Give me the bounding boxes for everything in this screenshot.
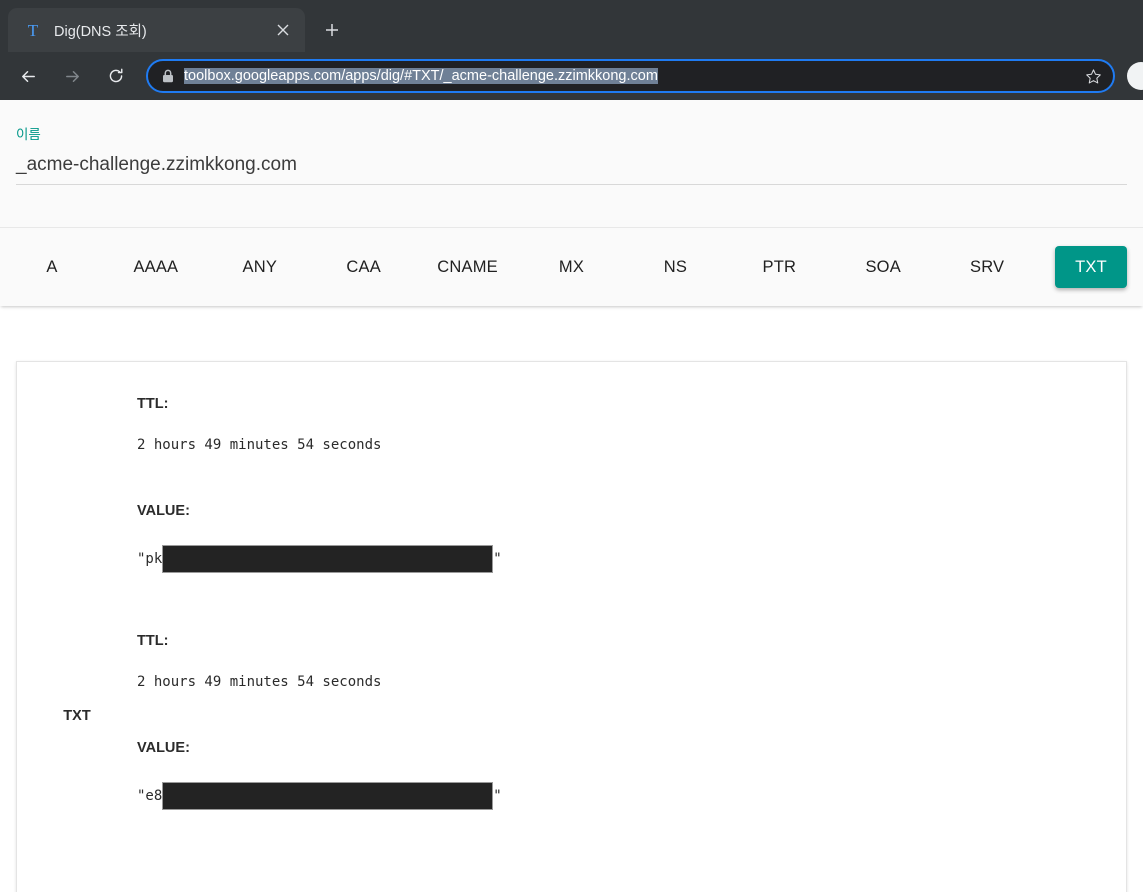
value-prefix: "e8 [137, 788, 163, 804]
ttl-block-1: TTL: 2 hours 49 minutes 54 seconds [137, 394, 1126, 455]
value-prefix: "pk [137, 551, 163, 567]
name-section: 이름 _acme-challenge.zzimkkong.com [0, 100, 1143, 228]
close-icon[interactable] [271, 18, 295, 42]
profile-avatar[interactable] [1127, 62, 1143, 90]
address-bar[interactable]: toolbox.googleapps.com/apps/dig/#TXT/_ac… [146, 59, 1115, 93]
record-fields: TTL: 2 hours 49 minutes 54 seconds VALUE… [137, 599, 1126, 836]
tab-ns-label: NS [663, 258, 688, 276]
tab-mx-label: MX [558, 258, 585, 276]
tab-cname-label: CNAME [437, 258, 498, 276]
back-arrow-icon[interactable] [11, 59, 45, 93]
value-suffix: " [493, 788, 502, 804]
name-input[interactable]: _acme-challenge.zzimkkong.com [16, 152, 1127, 185]
ttl-label: TTL: [137, 396, 169, 412]
txt-record-value: "pk " [137, 545, 1126, 573]
tab-ptr[interactable]: PTR [727, 228, 831, 306]
tab-txt-label: TXT [1055, 246, 1127, 288]
redaction-bar [162, 545, 494, 573]
url-selected-text: toolbox.googleapps.com/apps/dig/#TXT/_ac… [184, 68, 658, 84]
record-type-tabs: A AAAA ANY CAA CNAME MX NS PTR SOA SRV T… [0, 228, 1143, 306]
forward-arrow-icon[interactable] [55, 59, 89, 93]
tab-mx[interactable]: MX [520, 228, 624, 306]
browser-window: T Dig(DNS 조회) toolbox.googleapps.com/app… [0, 0, 1143, 892]
redaction-bar [162, 782, 494, 810]
ttl-label: TTL: [137, 633, 169, 649]
record-type-label: TXT [63, 707, 91, 724]
value-block-2: VALUE: "e8 " [137, 738, 1126, 810]
txt-record-value: "e8 " [137, 782, 1126, 810]
tab-any-label: ANY [242, 258, 278, 276]
tab-soa-label: SOA [865, 258, 901, 276]
tab-a[interactable]: A [0, 228, 104, 306]
tab-a-label: A [46, 258, 58, 276]
ttl-block-2: TTL: 2 hours 49 minutes 54 seconds [137, 631, 1126, 692]
lock-icon [160, 68, 176, 84]
dig-t-favicon: T [27, 20, 39, 40]
ttl-value: 2 hours 49 minutes 54 seconds [137, 437, 382, 453]
name-field-label: 이름 [16, 127, 41, 142]
new-tab-button[interactable] [315, 13, 349, 47]
tab-soa[interactable]: SOA [831, 228, 935, 306]
tab-ptr-label: PTR [762, 258, 797, 276]
browser-toolbar: toolbox.googleapps.com/apps/dig/#TXT/_ac… [0, 52, 1143, 100]
url-text[interactable]: toolbox.googleapps.com/apps/dig/#TXT/_ac… [184, 68, 1079, 84]
results-card: TTL: 2 hours 49 minutes 54 seconds VALUE… [16, 361, 1127, 892]
page-viewport: 이름 _acme-challenge.zzimkkong.com A AAAA … [0, 100, 1143, 892]
record-fields: TTL: 2 hours 49 minutes 54 seconds VALUE… [137, 362, 1126, 599]
tab-ns[interactable]: NS [623, 228, 727, 306]
tab-aaaa-label: AAAA [133, 258, 179, 276]
table-row: TTL: 2 hours 49 minutes 54 seconds VALUE… [17, 362, 1126, 599]
value-label: VALUE: [137, 503, 190, 519]
reload-icon[interactable] [99, 59, 133, 93]
value-block-1: VALUE: "pk " [137, 501, 1126, 573]
tab-caa[interactable]: CAA [312, 228, 416, 306]
tab-srv-label: SRV [969, 258, 1005, 276]
tab-caa-label: CAA [346, 258, 381, 276]
results-area: TTL: 2 hours 49 minutes 54 seconds VALUE… [0, 306, 1143, 892]
ttl-value: 2 hours 49 minutes 54 seconds [137, 674, 382, 690]
tab-cname[interactable]: CNAME [416, 228, 520, 306]
table-row: TXT TTL: 2 hours 49 minutes 54 seconds V… [17, 599, 1126, 836]
tab-any[interactable]: ANY [208, 228, 312, 306]
tab-txt[interactable]: TXT [1039, 228, 1143, 306]
browser-tab[interactable]: T Dig(DNS 조회) [8, 8, 305, 52]
tab-srv[interactable]: SRV [935, 228, 1039, 306]
tab-aaaa[interactable]: AAAA [104, 228, 208, 306]
tab-title: Dig(DNS 조회) [54, 23, 147, 40]
value-suffix: " [493, 551, 502, 567]
star-icon[interactable] [1079, 62, 1107, 90]
value-label: VALUE: [137, 740, 190, 756]
record-type-label [17, 362, 137, 599]
tab-strip: T Dig(DNS 조회) [0, 0, 1143, 52]
